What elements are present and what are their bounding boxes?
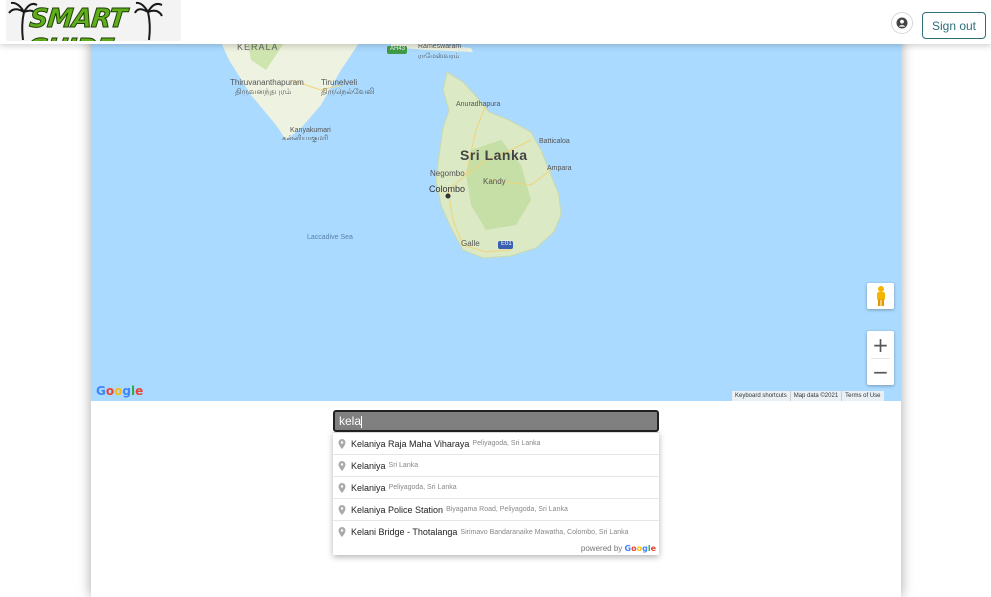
- suggestion-item[interactable]: Kelaniya Sri Lanka: [333, 455, 659, 477]
- suggestion-main-text: Kelaniya Raja Maha Viharaya: [351, 438, 470, 449]
- powered-google-logo: Google: [624, 544, 657, 553]
- label-rameswaram-ta: ராமேஸ்வரம்: [418, 53, 460, 60]
- suggestion-secondary-text: Biyagama Road, Peliyagoda, Sri Lanka: [446, 506, 568, 513]
- location-pin-icon: [338, 482, 346, 493]
- zoom-in-button[interactable]: +: [867, 331, 894, 358]
- label-kandy: Kandy: [483, 177, 506, 186]
- label-rameswaram: Rameswaram: [418, 43, 462, 50]
- label-kanyakumari-ta: கன்னியாகுமரி: [282, 135, 329, 142]
- location-pin-icon: [338, 460, 346, 471]
- user-account-button[interactable]: [891, 12, 913, 34]
- suggestion-main-text: Kelaniya Police Station: [351, 504, 444, 515]
- keyboard-shortcuts-link[interactable]: Keyboard shortcuts: [731, 391, 790, 401]
- suggestion-secondary-text: Sri Lanka: [388, 462, 419, 469]
- app-logo[interactable]: SMART GUIDE: [6, 0, 181, 41]
- powered-by-google: powered by Google: [581, 544, 656, 553]
- colombo-marker: [445, 193, 451, 199]
- suggestion-secondary-text: Peliyagoda, Sri Lanka: [472, 440, 541, 447]
- zoom-divider: [871, 358, 890, 359]
- suggestion-secondary-text: Sirimavo Bandaranaike Mawatha, Colombo, …: [460, 528, 629, 536]
- label-laccadive-sea: Laccadive Sea: [307, 234, 353, 241]
- logo-text: SMART GUIDE: [24, 4, 128, 42]
- user-circle-icon: [896, 17, 908, 29]
- street-view-pegman[interactable]: [867, 283, 894, 309]
- suggestion-secondary-text: Peliyagoda, Sri Lanka: [388, 484, 457, 491]
- label-negombo: Negombo: [430, 169, 465, 178]
- label-e01: E01: [501, 241, 512, 247]
- label-batticaloa: Batticaloa: [539, 138, 570, 145]
- search-value: kela: [339, 414, 362, 428]
- label-galle: Galle: [461, 239, 480, 248]
- autocomplete-suggestions: Kelaniya Raja Maha Viharaya Peliyagoda, …: [333, 432, 659, 555]
- suggestion-main-text: Kelaniya: [351, 482, 386, 493]
- map-canvas[interactable]: [91, 0, 901, 401]
- header: SMART GUIDE Sign out: [0, 0, 991, 44]
- label-anuradhapura: Anuradhapura: [456, 101, 501, 108]
- label-ah43: AH43: [390, 46, 406, 52]
- pegman-icon: [876, 286, 885, 306]
- map[interactable]: KERALA Thiruvananthapuram திருவனந்தபுரம்…: [91, 0, 901, 401]
- google-map-logo[interactable]: Google: [96, 384, 143, 398]
- suggestion-item[interactable]: Kelaniya Raja Maha Viharaya Peliyagoda, …: [333, 433, 659, 455]
- suggestion-item[interactable]: Kelani Bridge - Thotalanga Sirimavo Band…: [333, 521, 659, 543]
- zoom-control: + −: [867, 331, 894, 385]
- suggestion-item[interactable]: Kelaniya Peliyagoda, Sri Lanka: [333, 477, 659, 499]
- map-data-text: Map data ©2021: [789, 391, 842, 401]
- label-thiruvananthapuram-ta: திருவனந்தபுரம்: [235, 87, 292, 96]
- terms-of-use-link[interactable]: Terms of Use: [841, 391, 884, 401]
- location-pin-icon: [338, 527, 346, 537]
- map-footer: Keyboard shortcuts Map data ©2021 Terms …: [731, 391, 884, 401]
- place-search-input[interactable]: kela: [333, 410, 659, 432]
- label-kanyakumari: Kanyakumari: [290, 127, 331, 134]
- location-pin-icon: [338, 438, 346, 449]
- suggestion-item[interactable]: Kelaniya Police Station Biyagama Road, P…: [333, 499, 659, 521]
- location-pin-icon: [338, 504, 346, 515]
- label-colombo: Colombo: [429, 184, 466, 194]
- suggestion-main-text: Kelani Bridge - Thotalanga: [351, 527, 458, 537]
- powered-by-text: powered by: [580, 544, 623, 553]
- label-tirunelveli-ta: திருநெல்வேலி: [321, 87, 375, 96]
- text-caret: [361, 415, 363, 428]
- label-sri-lanka: Sri Lanka: [460, 147, 528, 163]
- sign-out-button[interactable]: Sign out: [922, 12, 986, 39]
- label-ampara: Ampara: [547, 165, 572, 172]
- suggestion-main-text: Kelaniya: [351, 460, 386, 471]
- zoom-out-button[interactable]: −: [867, 358, 894, 385]
- label-thiruvananthapuram: Thiruvananthapuram: [230, 78, 304, 87]
- label-tirunelveli: Tirunelveli: [321, 78, 358, 87]
